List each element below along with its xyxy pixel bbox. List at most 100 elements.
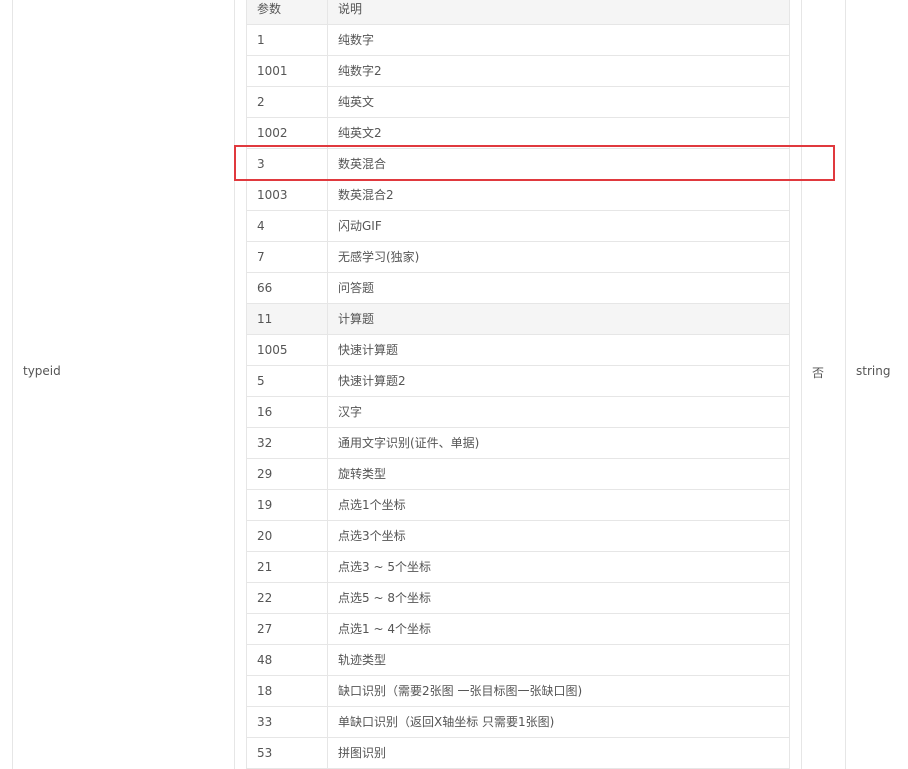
row-desc: 旋转类型 (338, 467, 387, 481)
type-cell: string (856, 364, 891, 378)
row-desc: 点选3个坐标 (338, 529, 406, 543)
row-desc: 数英混合 (338, 157, 387, 171)
table-row: 7 无感学习(独家) (247, 242, 789, 273)
table-row: 16 汉字 (247, 397, 789, 428)
row-desc: 汉字 (338, 405, 363, 419)
row-desc: 计算题 (338, 312, 375, 326)
table-row: 1005 快速计算题 (247, 335, 789, 366)
table-row: 11 计算题 (247, 304, 789, 335)
row-code: 53 (257, 746, 273, 760)
column-divider (327, 707, 328, 737)
outer-grid-line (12, 0, 13, 769)
row-code: 18 (257, 684, 273, 698)
row-code: 4 (257, 219, 265, 233)
row-desc: 点选1 ~ 4个坐标 (338, 622, 431, 636)
table-row: 48 轨迹类型 (247, 645, 789, 676)
column-divider (327, 56, 328, 86)
column-divider (327, 645, 328, 675)
column-divider (327, 242, 328, 272)
table-row: 29 旋转类型 (247, 459, 789, 490)
row-code: 29 (257, 467, 273, 481)
table-row: 5 快速计算题2 (247, 366, 789, 397)
column-divider (327, 738, 328, 768)
outer-table: typeid 否 string 参数 说明 1 纯数字 1001 纯数字2 2 纯英文 10… (0, 0, 908, 769)
row-desc: 轨迹类型 (338, 653, 387, 667)
table-row: 18 缺口识别（需要2张图 一张目标图一张缺口图) (247, 676, 789, 707)
required-cell: 否 (812, 366, 825, 380)
table-row: 21 点选3 ~ 5个坐标 (247, 552, 789, 583)
table-row: 1003 数英混合2 (247, 180, 789, 211)
column-divider (327, 583, 328, 613)
row-code: 1005 (257, 343, 288, 357)
column-divider (327, 0, 328, 24)
outer-grid-line (234, 0, 235, 769)
table-row: 66 问答题 (247, 273, 789, 304)
table-row: 33 单缺口识别（返回X轴坐标 只需要1张图) (247, 707, 789, 738)
row-desc: 单缺口识别（返回X轴坐标 只需要1张图) (338, 715, 555, 729)
row-code: 5 (257, 374, 265, 388)
table-row: 19 点选1个坐标 (247, 490, 789, 521)
column-divider (327, 335, 328, 365)
column-divider (327, 552, 328, 582)
row-desc: 纯英文 (338, 95, 375, 109)
row-code: 48 (257, 653, 273, 667)
column-divider (327, 676, 328, 706)
row-desc: 通用文字识别(证件、单据) (338, 436, 480, 450)
column-divider (327, 25, 328, 55)
column-divider (327, 211, 328, 241)
row-code: 7 (257, 250, 265, 264)
column-divider (327, 459, 328, 489)
row-desc: 纯数字2 (338, 64, 382, 78)
outer-grid-line (845, 0, 846, 769)
table-header-row: 参数 说明 (247, 0, 789, 25)
row-code: 16 (257, 405, 273, 419)
column-divider (327, 614, 328, 644)
column-divider (327, 397, 328, 427)
table-row: 32 通用文字识别(证件、单据) (247, 428, 789, 459)
row-desc: 无感学习(独家) (338, 250, 420, 264)
param-name-cell: typeid (23, 364, 61, 378)
row-code: 1002 (257, 126, 288, 140)
row-desc: 点选3 ~ 5个坐标 (338, 560, 431, 574)
column-divider (327, 118, 328, 148)
row-code: 1 (257, 33, 265, 47)
column-divider (327, 180, 328, 210)
table-row: 4 闪动GIF (247, 211, 789, 242)
table-row: 1002 纯英文2 (247, 118, 789, 149)
column-divider (327, 149, 328, 179)
column-divider (327, 273, 328, 303)
table-row: 20 点选3个坐标 (247, 521, 789, 552)
row-code: 21 (257, 560, 273, 574)
row-desc: 拼图识别 (338, 746, 387, 760)
row-code: 11 (257, 312, 273, 326)
typeid-values-table: 参数 说明 1 纯数字 1001 纯数字2 2 纯英文 1002 纯英文2 3 数英混合 1003 数… (246, 0, 790, 769)
row-code: 1003 (257, 188, 288, 202)
row-code: 27 (257, 622, 273, 636)
outer-grid-line (801, 0, 802, 769)
row-desc: 缺口识别（需要2张图 一张目标图一张缺口图) (338, 684, 583, 698)
row-code: 1001 (257, 64, 288, 78)
row-desc: 纯英文2 (338, 126, 382, 140)
header-desc: 说明 (338, 2, 363, 16)
row-desc: 问答题 (338, 281, 375, 295)
row-code: 2 (257, 95, 265, 109)
column-divider (327, 521, 328, 551)
column-divider (327, 490, 328, 520)
column-divider (327, 428, 328, 458)
column-divider (327, 87, 328, 117)
table-row: 1001 纯数字2 (247, 56, 789, 87)
row-code: 33 (257, 715, 273, 729)
table-row: 1 纯数字 (247, 25, 789, 56)
table-row: 22 点选5 ~ 8个坐标 (247, 583, 789, 614)
table-row: 2 纯英文 (247, 87, 789, 118)
column-divider (327, 304, 328, 334)
row-desc: 点选1个坐标 (338, 498, 406, 512)
row-desc: 闪动GIF (338, 219, 382, 233)
column-divider (327, 366, 328, 396)
row-desc: 快速计算题2 (338, 374, 406, 388)
row-desc: 点选5 ~ 8个坐标 (338, 591, 431, 605)
row-code: 22 (257, 591, 273, 605)
row-desc: 快速计算题 (338, 343, 399, 357)
row-code: 3 (257, 157, 265, 171)
row-code: 66 (257, 281, 273, 295)
